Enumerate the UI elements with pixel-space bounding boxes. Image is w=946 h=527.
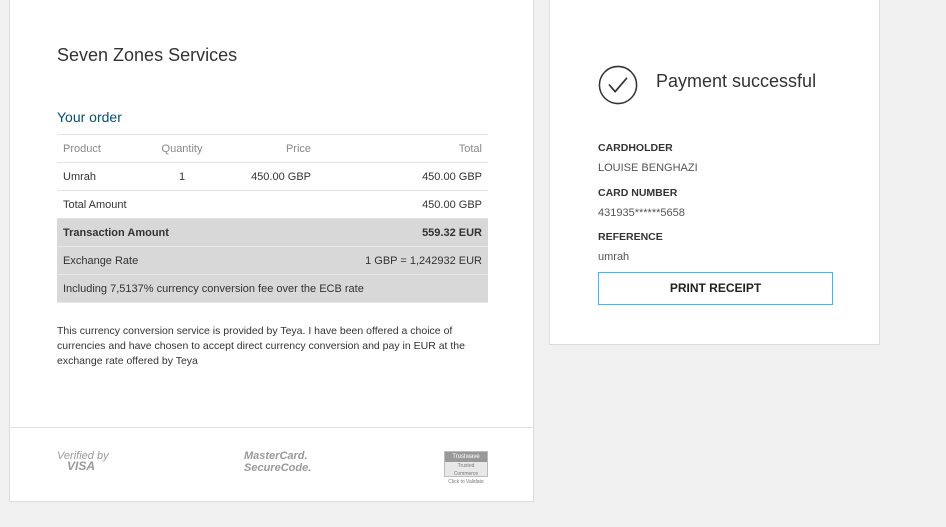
table-row: Umrah 1 450.00 GBP 450.00 GBP bbox=[57, 162, 488, 191]
mastercard-securecode-logo: MasterCard. SecureCode. bbox=[244, 450, 312, 474]
item-quantity: 1 bbox=[147, 162, 217, 191]
table-header-row: Product Quantity Price Total bbox=[57, 134, 488, 163]
cardholder-label: CARDHOLDER bbox=[598, 142, 673, 154]
trustwave-seal[interactable]: Trustwave Trusted Commerce Click to Vali… bbox=[444, 451, 488, 485]
transaction-amount-label: Transaction Amount bbox=[57, 218, 217, 247]
item-total: 450.00 GBP bbox=[317, 162, 488, 191]
exchange-rate-label: Exchange Rate bbox=[57, 246, 217, 275]
footer-divider bbox=[10, 427, 533, 428]
reference-value: umrah bbox=[598, 251, 630, 263]
cardholder-value: LOUISE BENGHAZI bbox=[598, 162, 698, 174]
order-title: Your order bbox=[57, 109, 122, 125]
merchant-name: Seven Zones Services bbox=[57, 45, 238, 65]
item-product: Umrah bbox=[57, 162, 147, 191]
header-quantity: Quantity bbox=[147, 134, 217, 163]
transaction-amount-value: 559.32 EUR bbox=[317, 218, 488, 247]
reference-label: REFERENCE bbox=[598, 231, 663, 243]
payment-card: Payment successful CARDHOLDER LOUISE BEN… bbox=[549, 0, 880, 345]
fee-note-row: Including 7,5137% currency conversion fe… bbox=[57, 274, 488, 303]
transaction-amount-row: Transaction Amount 559.32 EUR bbox=[57, 218, 488, 247]
total-amount-label: Total Amount bbox=[57, 190, 217, 219]
order-card: Seven Zones Services Your order Product … bbox=[9, 0, 534, 502]
exchange-rate-value: 1 GBP = 1,242932 EUR bbox=[317, 246, 488, 275]
conversion-disclaimer: This currency conversion service is prov… bbox=[57, 325, 465, 367]
verified-by-visa-logo: Verified by VISA bbox=[57, 450, 109, 473]
header-total: Total bbox=[317, 134, 488, 163]
print-receipt-button[interactable]: PRINT RECEIPT bbox=[598, 272, 833, 305]
exchange-rate-row: Exchange Rate 1 GBP = 1,242932 EUR bbox=[57, 246, 488, 275]
card-number-value: 431935******5658 bbox=[598, 207, 685, 219]
total-amount-row: Total Amount 450.00 GBP bbox=[57, 190, 488, 219]
order-table: Product Quantity Price Total Umrah 1 450… bbox=[57, 134, 488, 303]
card-number-label: CARD NUMBER bbox=[598, 187, 678, 199]
header-product: Product bbox=[57, 134, 147, 163]
total-amount-value: 450.00 GBP bbox=[317, 190, 488, 219]
item-price: 450.00 GBP bbox=[217, 162, 317, 191]
header-price: Price bbox=[217, 134, 317, 163]
check-circle-icon bbox=[598, 65, 638, 105]
fee-note: Including 7,5137% currency conversion fe… bbox=[57, 274, 488, 303]
payment-status: Payment successful bbox=[656, 71, 817, 91]
